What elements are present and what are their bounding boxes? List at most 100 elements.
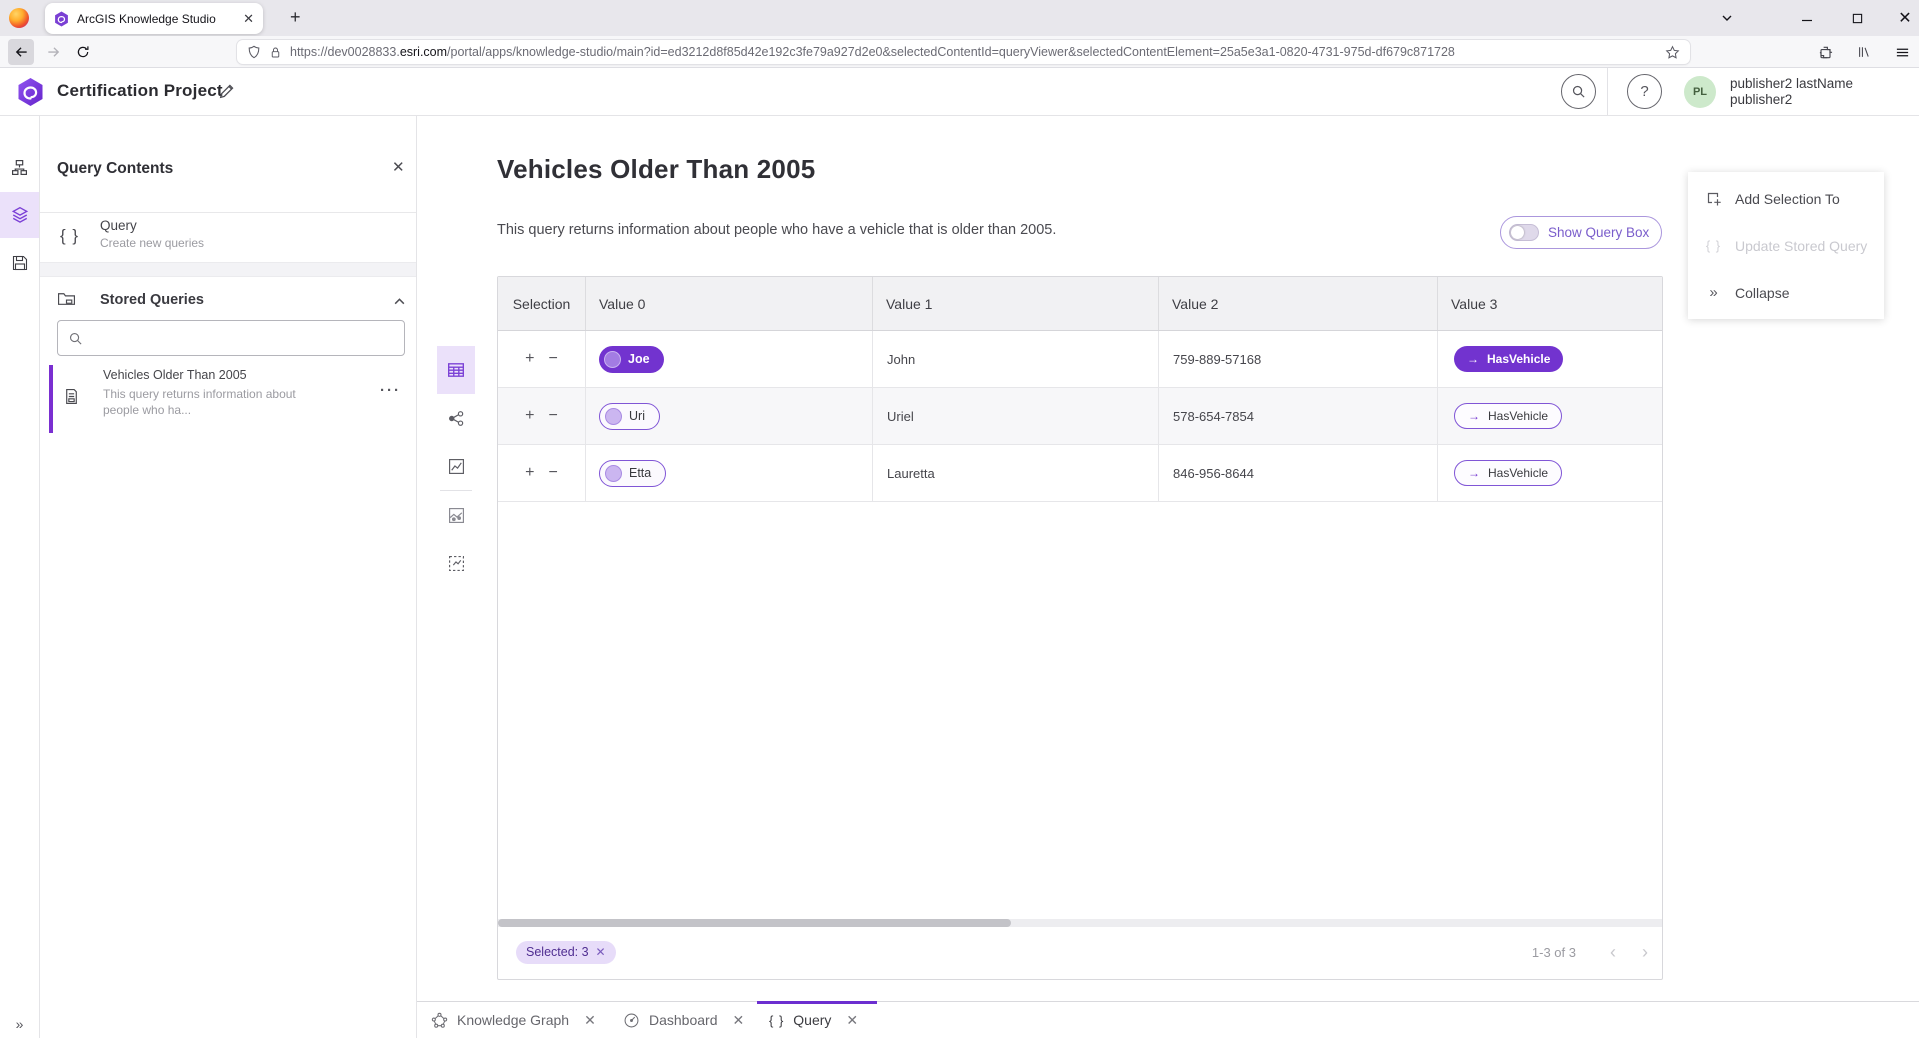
bottom-tab-bar: Knowledge Graph ✕ Dashboard ✕ { } Query … [417, 1001, 1919, 1038]
panel-close-icon[interactable]: ✕ [392, 158, 405, 176]
layers-icon [11, 206, 29, 224]
add-selection-icon[interactable]: + [525, 464, 534, 482]
column-header-value0[interactable]: Value 0 [586, 277, 873, 330]
selected-count-chip[interactable]: Selected: 3 ✕ [516, 941, 616, 964]
tab-close-icon[interactable]: ✕ [243, 11, 254, 27]
edit-pencil-icon[interactable] [218, 83, 235, 100]
sidebar-item-save[interactable] [0, 240, 39, 286]
cell-phone[interactable]: 759-889-57168 [1159, 331, 1438, 387]
entity-pill[interactable]: Joe [599, 346, 664, 373]
add-to-icon [1705, 191, 1722, 207]
sidebar-item-data-model[interactable] [0, 144, 39, 190]
map-view-button[interactable] [437, 491, 475, 539]
relationship-pill[interactable]: →HasVehicle [1454, 346, 1563, 372]
menu-item-add-selection-to[interactable]: Add Selection To [1688, 175, 1884, 222]
column-header-value3[interactable]: Value 3 [1438, 277, 1662, 330]
cell-phone[interactable]: 846-956-8644 [1159, 445, 1438, 501]
stored-query-item[interactable]: Vehicles Older Than 2005 This query retu… [40, 364, 416, 434]
page-description: This query returns information about peo… [497, 222, 1056, 238]
column-header-selection[interactable]: Selection [498, 277, 586, 330]
user-name[interactable]: publisher2 lastName publisher2 [1730, 76, 1853, 108]
main-content: Vehicles Older Than 2005 This query retu… [417, 116, 1919, 1038]
remove-selection-icon[interactable]: − [549, 350, 558, 368]
toggle-switch[interactable] [1509, 224, 1539, 241]
entity-pill[interactable]: Uri [599, 403, 660, 430]
user-name-line1: publisher2 lastName [1730, 76, 1853, 92]
extensions-icon[interactable] [1813, 41, 1837, 63]
reload-button[interactable] [70, 39, 96, 65]
cell-name[interactable]: John [873, 331, 1159, 387]
entity-label: Uri [629, 409, 645, 423]
tab-close-icon[interactable]: ✕ [584, 1012, 596, 1029]
window-maximize-button[interactable] [1840, 0, 1874, 36]
arcgis-favicon [54, 11, 69, 27]
library-icon[interactable] [1852, 41, 1876, 63]
item-options-icon[interactable]: ··· [380, 382, 401, 399]
stored-queries-search[interactable] [57, 320, 405, 356]
stored-queries-search-input[interactable] [91, 331, 394, 346]
firefox-logo-icon[interactable] [9, 8, 29, 28]
menu-hamburger-icon[interactable] [1890, 41, 1914, 63]
avatar[interactable]: PL [1684, 76, 1716, 108]
link-chart-view-button[interactable] [437, 394, 475, 442]
add-selection-icon[interactable]: + [525, 407, 534, 425]
add-selection-icon[interactable]: + [525, 350, 534, 368]
cell-name[interactable]: Uriel [873, 388, 1159, 444]
question-icon: ? [1640, 83, 1648, 100]
select-extent-icon [448, 555, 465, 572]
table-view-button[interactable] [437, 346, 475, 394]
sidebar-item-contents[interactable] [0, 192, 39, 238]
show-query-box-toggle[interactable]: Show Query Box [1500, 216, 1662, 249]
relationship-label: HasVehicle [1488, 409, 1548, 423]
bookmark-star-icon[interactable] [1665, 45, 1680, 60]
window-minimize-button[interactable] [1790, 0, 1824, 36]
chart-view-button[interactable] [437, 442, 475, 490]
tab-close-icon[interactable]: ✕ [846, 1012, 858, 1029]
browser-toolbar: https://dev0028833.esri.com/portal/apps/… [0, 36, 1919, 68]
menu-item-collapse[interactable]: » Collapse [1688, 269, 1884, 316]
browser-tab[interactable]: ArcGIS Knowledge Studio ✕ [45, 3, 263, 34]
entity-pill[interactable]: Etta [599, 460, 666, 487]
next-page-icon[interactable]: › [1642, 943, 1648, 961]
select-extent-button[interactable] [437, 539, 475, 587]
tab-list-chevron-icon[interactable] [1710, 0, 1744, 36]
clear-selection-icon[interactable]: ✕ [596, 945, 606, 959]
relationship-pill[interactable]: →HasVehicle [1454, 403, 1562, 429]
tab-query[interactable]: { } Query ✕ [769, 1002, 858, 1038]
expand-panel-icon[interactable]: » [0, 1016, 39, 1032]
table-row: +− Etta Lauretta 846-956-8644 →HasVehicl… [498, 445, 1662, 502]
hierarchy-icon [11, 159, 28, 176]
back-button[interactable] [8, 39, 34, 65]
relationship-pill[interactable]: →HasVehicle [1454, 460, 1562, 486]
url-bar[interactable]: https://dev0028833.esri.com/portal/apps/… [237, 40, 1690, 64]
toggle-label: Show Query Box [1548, 225, 1649, 240]
stored-queries-header[interactable]: Stored Queries [40, 277, 416, 325]
previous-page-icon[interactable]: ‹ [1610, 943, 1616, 961]
window-close-button[interactable]: ✕ [1888, 0, 1919, 36]
knowledge-graph-icon [431, 1012, 448, 1029]
header-divider [1607, 68, 1608, 115]
cell-name[interactable]: Lauretta [873, 445, 1159, 501]
tracking-shield-icon[interactable] [247, 45, 261, 59]
help-button[interactable]: ? [1627, 74, 1662, 109]
menu-item-update-stored-query: { } Update Stored Query [1688, 222, 1884, 269]
cell-phone[interactable]: 578-654-7854 [1159, 388, 1438, 444]
query-item[interactable]: { } Query Create new queries [40, 213, 416, 262]
tab-close-icon[interactable]: ✕ [733, 1012, 745, 1029]
remove-selection-icon[interactable]: − [549, 464, 558, 482]
left-rail: » [0, 116, 40, 1038]
column-header-value2[interactable]: Value 2 [1159, 277, 1438, 330]
tab-dashboard[interactable]: Dashboard ✕ [623, 1002, 744, 1038]
remove-selection-icon[interactable]: − [549, 407, 558, 425]
entity-dot-icon [605, 465, 622, 482]
chevron-up-icon[interactable] [393, 295, 406, 308]
forward-button[interactable] [40, 39, 66, 65]
new-tab-button[interactable]: + [282, 5, 309, 30]
search-button[interactable] [1561, 74, 1596, 109]
pagination-count: 1-3 of 3 [1532, 945, 1576, 960]
lock-icon[interactable] [269, 46, 282, 59]
view-toolbar [437, 346, 475, 587]
tab-knowledge-graph[interactable]: Knowledge Graph ✕ [431, 1002, 596, 1038]
column-header-value1[interactable]: Value 1 [873, 277, 1159, 330]
search-icon [1571, 84, 1586, 99]
